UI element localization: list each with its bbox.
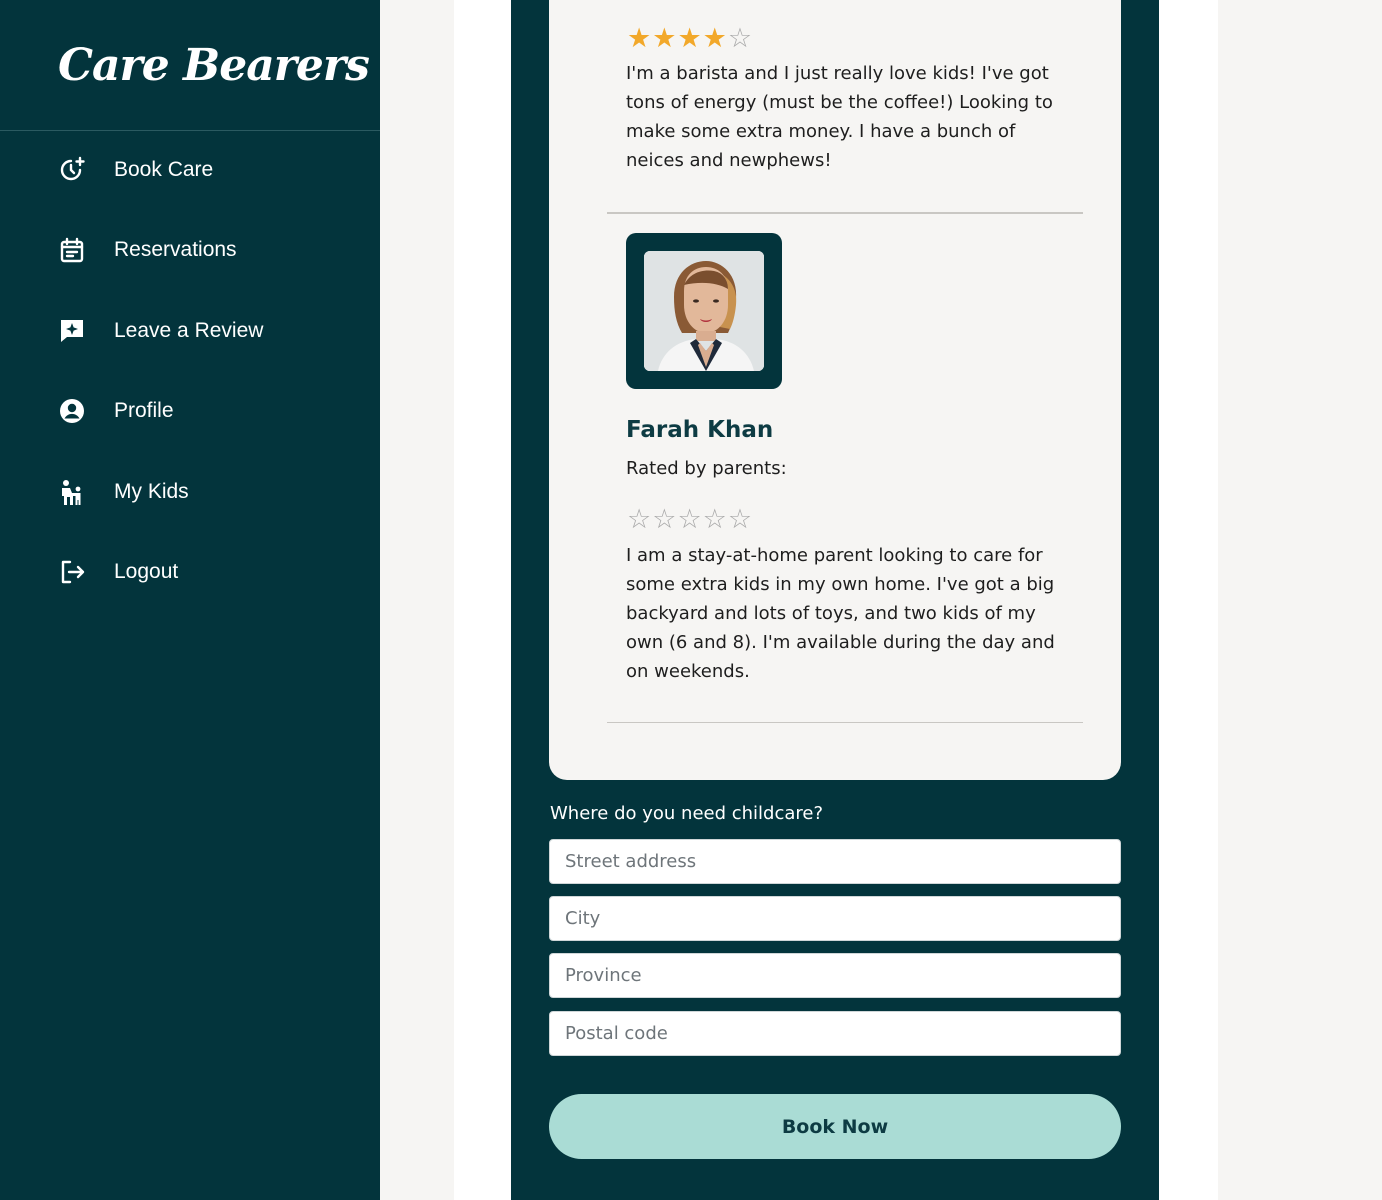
sidebar-item-label: Reservations	[114, 238, 237, 261]
star-empty-icon: ☆	[727, 23, 753, 54]
sitter-divider	[607, 212, 1083, 214]
location-prompt: Where do you need childcare?	[550, 803, 824, 824]
star-empty-icon: ☆	[652, 504, 677, 535]
user-circle-icon	[58, 397, 86, 425]
logout-icon	[58, 558, 86, 586]
sidebar-item-logout[interactable]: Logout	[0, 542, 380, 602]
star-filled-icon: ★	[677, 23, 702, 54]
street-address-input[interactable]	[549, 839, 1121, 884]
sidebar-item-my-kids[interactable]: My Kids	[0, 462, 380, 522]
parent-child-icon	[58, 478, 86, 506]
star-filled-icon: ★	[652, 23, 677, 54]
postal-code-input[interactable]	[549, 1011, 1121, 1056]
calendar-icon	[58, 236, 86, 264]
sidebar-item-reservations[interactable]: Reservations	[0, 220, 380, 280]
rating-stars: ★ ★ ★ ★ ☆	[627, 25, 752, 52]
sidebar-item-profile[interactable]: Profile	[0, 381, 380, 441]
sitter-bio: I'm a barista and I just really love kid…	[626, 63, 1053, 171]
clock-plus-icon	[58, 156, 86, 184]
city-input[interactable]	[549, 896, 1121, 941]
star-empty-icon: ☆	[677, 504, 702, 535]
sidebar-item-leave-review[interactable]: Leave a Review	[0, 301, 380, 361]
star-filled-icon: ★	[627, 23, 652, 54]
sidebar-item-label: My Kids	[114, 480, 189, 503]
sitter-avatar	[644, 251, 764, 371]
book-now-button[interactable]: Book Now	[549, 1094, 1121, 1159]
star-filled-icon: ★	[702, 23, 727, 54]
rated-label: Rated by parents:	[626, 458, 787, 479]
sitter-bio: I am a stay-at-home parent looking to ca…	[626, 545, 1055, 682]
sidebar-item-book-care[interactable]: Book Care	[0, 140, 380, 200]
star-empty-icon: ☆	[727, 504, 753, 535]
sitter-name[interactable]: Farah Khan	[626, 417, 773, 443]
review-sparkle-icon	[58, 317, 86, 345]
sidebar-divider	[0, 130, 380, 131]
brand-logo[interactable]: Care Bearers	[58, 40, 370, 93]
rating-stars: ☆ ☆ ☆ ☆ ☆	[627, 506, 752, 533]
sidebar: Care Bearers Book Care Reservations Leav…	[0, 0, 380, 1200]
sitter-photo-frame[interactable]	[626, 233, 782, 389]
star-empty-icon: ☆	[627, 504, 652, 535]
sidebar-item-label: Book Care	[114, 158, 214, 181]
sidebar-item-label: Profile	[114, 399, 174, 422]
sitter-divider	[607, 722, 1083, 723]
sidebar-item-label: Leave a Review	[114, 319, 264, 342]
star-empty-icon: ☆	[702, 504, 727, 535]
province-input[interactable]	[549, 953, 1121, 998]
sidebar-item-label: Logout	[114, 560, 179, 583]
